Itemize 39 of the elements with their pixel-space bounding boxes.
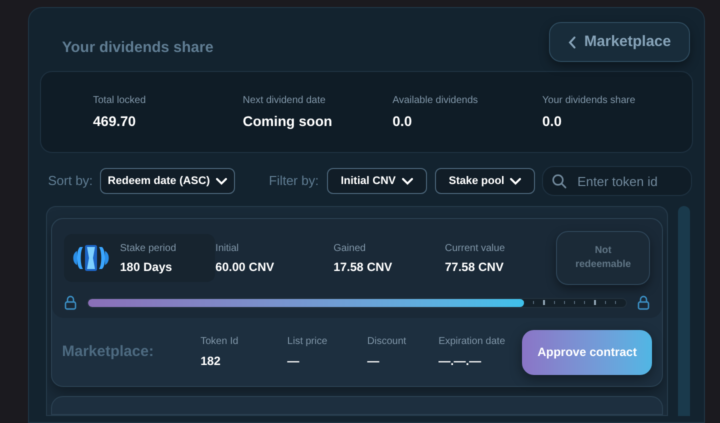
stat-label: Available dividends (392, 94, 479, 108)
chevron-left-icon (568, 36, 576, 48)
page-title: Your dividends share (62, 38, 214, 58)
stat-label: Next dividend date (242, 94, 327, 108)
chevron-down-icon (216, 178, 227, 184)
field-label: Gained (333, 242, 367, 256)
back-button[interactable]: Marketplace (549, 22, 690, 62)
marketplace-label: Marketplace: (62, 342, 155, 362)
field-value: — (367, 353, 380, 370)
search-icon (552, 174, 568, 189)
field-label: Current value (444, 242, 506, 256)
lock-icon (64, 295, 77, 310)
filter-dropdown[interactable]: Stake pool (434, 168, 536, 194)
stat-value: 0.0 (542, 112, 563, 131)
stat-label: Total locked (93, 94, 147, 108)
sort-label: Sort by: (48, 172, 93, 190)
chevron-down-icon (510, 178, 522, 184)
field-label: Initial (215, 242, 240, 256)
sort-dropdown[interactable]: Redeem date (ASC) (100, 168, 235, 194)
stat-value: 0.0 (392, 112, 413, 131)
stat-label: Your dividends share (542, 94, 636, 108)
field-label: Discount (367, 335, 408, 349)
stat-value: Coming soon (242, 112, 334, 131)
field-label: List price (287, 335, 328, 349)
stat-value: 469.70 (93, 112, 137, 131)
field-label: Token Id (200, 335, 240, 349)
field-label: Stake period (120, 242, 176, 256)
filter-dropdown[interactable]: Initial CNV (326, 168, 427, 194)
field-value: 180 Days (120, 258, 174, 276)
field-value: 77.58 CNV (444, 258, 505, 276)
search-field[interactable]: Enter token id (542, 166, 692, 196)
field-value: —.—.— (438, 353, 482, 370)
filter-label: Filter by: (268, 172, 319, 190)
field-label: Expiration date (438, 335, 506, 349)
chevron-down-icon (402, 178, 413, 184)
field-value: 182 (200, 353, 222, 370)
field-value: — (287, 353, 300, 370)
field-value: 60.00 CNV (215, 258, 276, 276)
field-value: 17.58 CNV (333, 258, 394, 276)
